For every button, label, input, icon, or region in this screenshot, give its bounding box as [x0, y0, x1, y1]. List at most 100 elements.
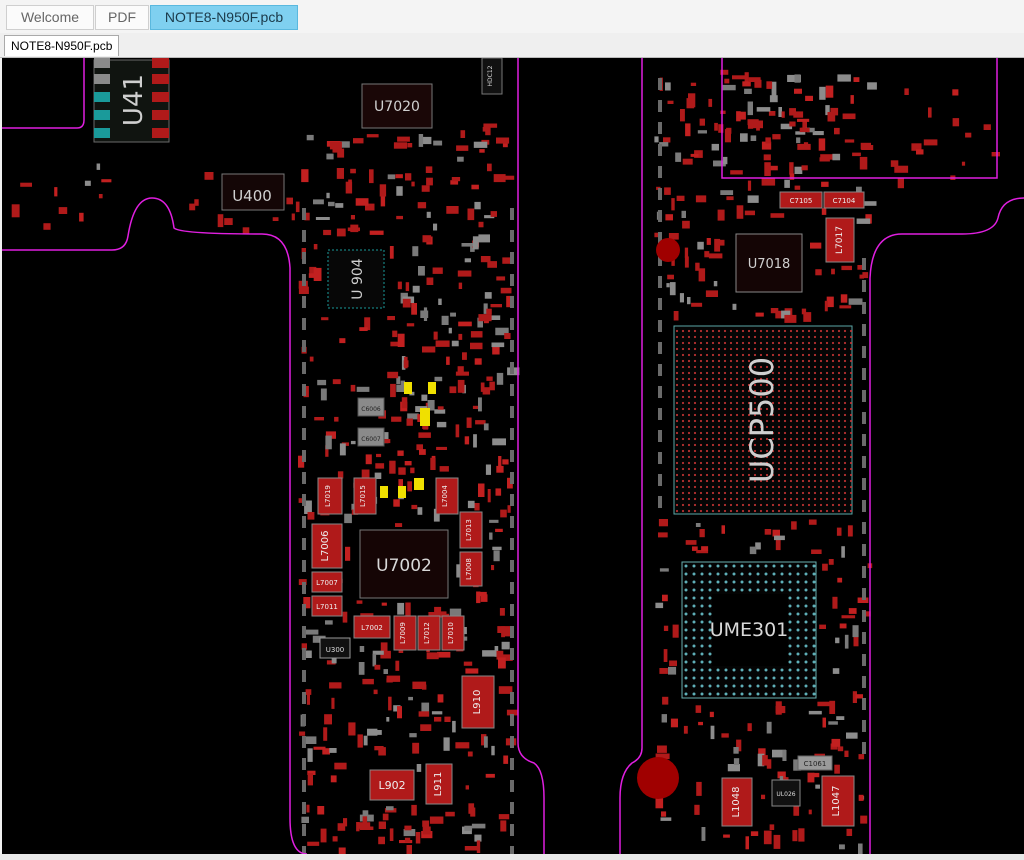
edge-pad: [862, 302, 866, 314]
inductor-l7012[interactable]: L7012: [417, 615, 441, 651]
smd-pad: [355, 198, 369, 206]
smd-pad: [458, 321, 472, 327]
smd-pad: [762, 755, 768, 766]
smd-pad: [789, 162, 794, 175]
smd-pad: [449, 608, 462, 616]
inductor-l1047[interactable]: L1047: [821, 775, 855, 827]
smd-pad: [965, 132, 972, 138]
edge-pad: [302, 604, 306, 616]
smd-pad: [422, 820, 430, 827]
inductor-l1048[interactable]: L1048: [721, 777, 753, 827]
smd-pad: [418, 266, 425, 276]
smd-pad: [983, 124, 991, 130]
smd-pad: [662, 696, 669, 705]
smd-pad: [455, 742, 470, 749]
via-pad-large: [637, 757, 679, 799]
smd-pad: [839, 844, 845, 850]
chip-u904[interactable]: U 904: [327, 249, 385, 309]
chip-ul026[interactable]: UL026: [771, 779, 801, 807]
inductor-l7015[interactable]: L7015: [353, 477, 377, 515]
smd-pad: [20, 182, 32, 187]
edge-pad: [510, 384, 514, 396]
edge-pad: [510, 626, 514, 638]
pcb-canvas[interactable]: U41 U7020 U400 U 904 U7002 U7018 UCP500 …: [2, 58, 1024, 854]
smd-pad: [710, 725, 715, 740]
smd-pad: [828, 559, 834, 565]
smd-pad: [928, 107, 932, 118]
edge-pad: [862, 434, 866, 446]
cap-c7104[interactable]: C7104: [823, 191, 865, 209]
chip-u41[interactable]: U41: [93, 58, 170, 143]
chip-ucp500[interactable]: UCP500: [673, 325, 853, 515]
chip-u400[interactable]: U400: [221, 173, 285, 211]
smd-pad: [807, 772, 815, 783]
smd-pad: [329, 682, 342, 689]
label-l7008: L7008: [465, 558, 473, 580]
smd-pad: [713, 281, 718, 287]
edge-pad: [510, 780, 514, 792]
smd-pad: [449, 386, 457, 394]
inductor-l7007[interactable]: L7007: [311, 571, 343, 593]
smd-pad: [395, 174, 403, 179]
smd-pad: [411, 804, 417, 816]
inductor-l7006[interactable]: L7006: [311, 523, 343, 569]
tab-welcome[interactable]: Welcome: [6, 5, 94, 30]
tab-pdf[interactable]: PDF: [95, 5, 149, 30]
cap-c1061[interactable]: C1061: [797, 755, 833, 771]
edge-pad: [302, 428, 306, 440]
smd-pad: [761, 794, 766, 800]
smd-pad: [376, 453, 382, 458]
document-tab-note8-pcb[interactable]: NOTE8-N950F.pcb: [4, 35, 120, 56]
smd-pad: [691, 302, 703, 307]
smd-pad: [796, 137, 801, 144]
cap-c6006[interactable]: C6006: [357, 397, 385, 417]
chip-u7002[interactable]: U7002: [359, 529, 449, 599]
edge-pad: [658, 474, 662, 486]
smd-pad: [489, 519, 499, 523]
cap-c6007[interactable]: C6007: [357, 427, 385, 447]
chip-u300[interactable]: U300: [319, 637, 351, 659]
smd-pad: [456, 145, 469, 151]
smd-pad: [718, 239, 725, 246]
tab-note8-pcb[interactable]: NOTE8-N950F.pcb: [150, 5, 298, 30]
inductor-l7011[interactable]: L7011: [311, 595, 343, 617]
smd-pad: [801, 165, 808, 171]
inductor-l7019[interactable]: L7019: [317, 477, 343, 515]
inductor-l7004[interactable]: L7004: [435, 477, 459, 515]
inductor-l7008[interactable]: L7008: [459, 551, 483, 587]
label-c1061: C1061: [804, 760, 827, 768]
smd-pad: [740, 133, 748, 142]
inductor-l7010[interactable]: L7010: [441, 615, 465, 651]
smd-pad: [844, 634, 849, 649]
connector-hdc[interactable]: HDC12: [481, 58, 503, 95]
smd-pad: [412, 285, 420, 293]
inductor-l910[interactable]: L910: [461, 675, 495, 729]
smd-pad: [437, 651, 451, 658]
chip-u7018[interactable]: U7018: [735, 233, 803, 293]
smd-pad: [486, 376, 493, 381]
chip-ume301[interactable]: UME301: [681, 561, 817, 699]
smd-pad: [658, 519, 668, 527]
smd-pad: [832, 668, 840, 674]
inductor-l7002[interactable]: L7002: [353, 615, 391, 639]
edge-pad: [302, 296, 306, 308]
smd-pad: [822, 563, 828, 571]
smd-pad: [504, 175, 515, 180]
smd-pad: [476, 840, 481, 853]
smd-pad: [686, 98, 695, 109]
inductor-l911[interactable]: L911: [425, 763, 453, 805]
smd-pad: [770, 213, 785, 218]
smd-pad: [714, 122, 718, 131]
smd-pad: [408, 696, 413, 701]
smd-pad: [404, 356, 408, 369]
pcb-board-view[interactable]: U41 U7020 U400 U 904 U7002 U7018 UCP500 …: [2, 58, 1024, 854]
inductor-l902[interactable]: L902: [369, 769, 415, 801]
cap-c7105[interactable]: C7105: [779, 191, 823, 209]
smd-pad: [821, 208, 827, 215]
chip-u7020[interactable]: U7020: [361, 83, 433, 129]
smd-pad: [434, 716, 442, 722]
inductor-l7013[interactable]: L7013: [459, 511, 483, 549]
edge-pad: [658, 100, 662, 112]
inductor-l7009[interactable]: L7009: [393, 615, 417, 651]
inductor-l7017[interactable]: L7017: [825, 217, 855, 263]
